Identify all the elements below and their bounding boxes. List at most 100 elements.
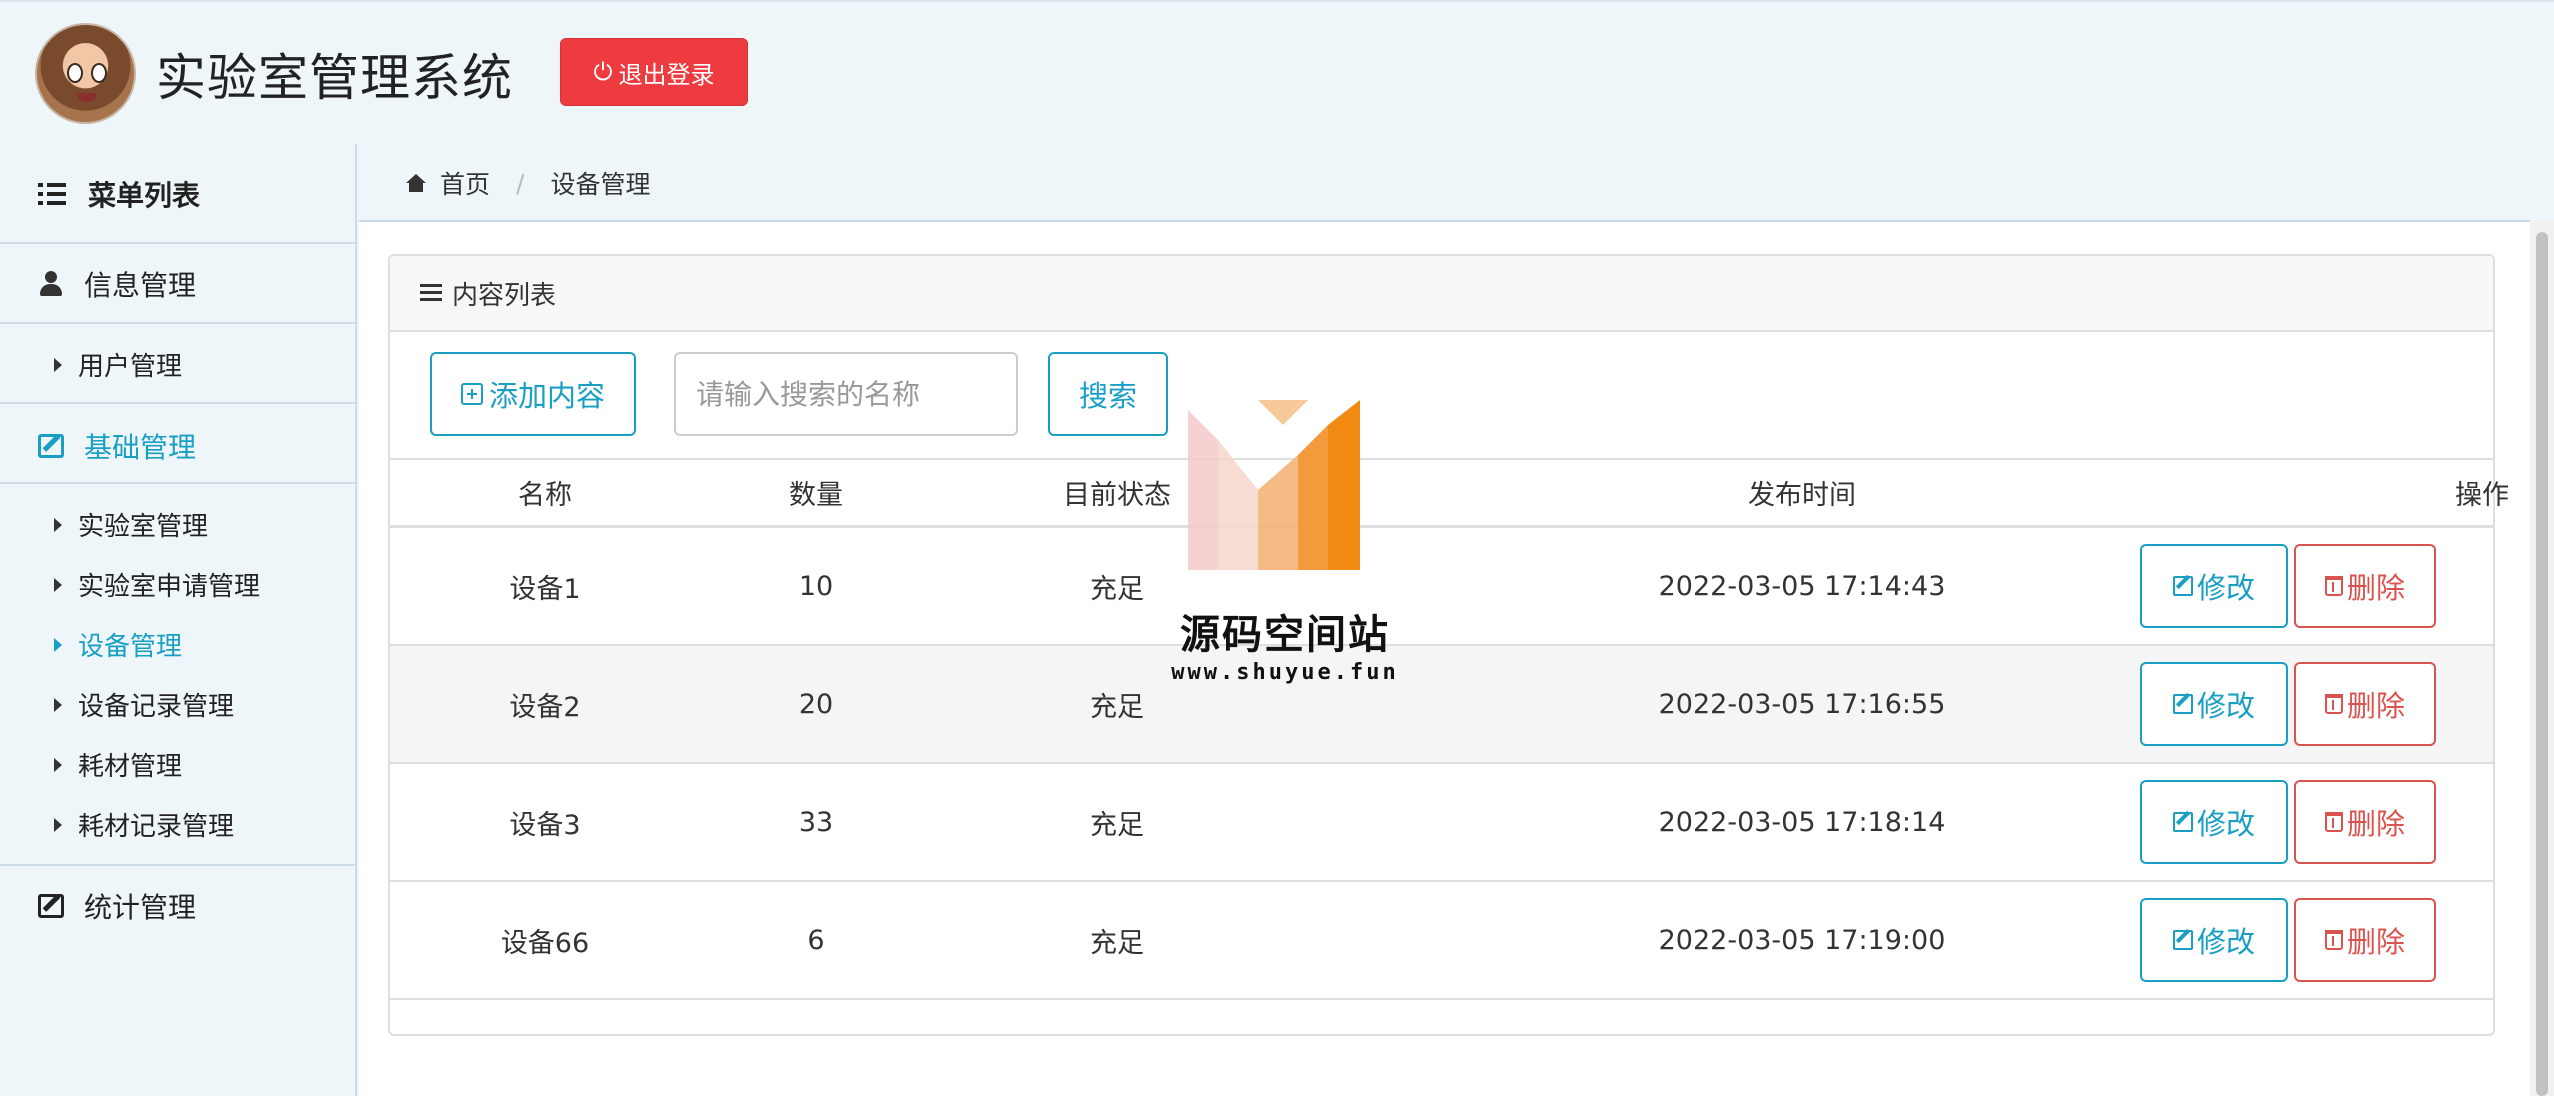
row-actions: 修改 删除 xyxy=(2140,898,2436,982)
sidebar-item-lab[interactable]: 实验室管理 xyxy=(54,506,208,543)
cell-qty: 6 xyxy=(807,924,825,956)
edit-icon xyxy=(2172,930,2193,950)
sidebar-section-info[interactable]: 信息管理 xyxy=(38,264,196,304)
caret-right-icon xyxy=(54,757,62,772)
watermark: 源码空间站 www.shuyue.fun xyxy=(1160,400,1400,700)
trash-icon xyxy=(2324,694,2343,714)
row-actions: 修改 删除 xyxy=(2140,780,2436,864)
cell-qty: 10 xyxy=(798,570,834,602)
panel-title: 内容列表 xyxy=(452,280,557,311)
watermark-title: 源码空间站 xyxy=(1180,612,1390,658)
table-row: 设备2 20 充足 2022-03-05 17:16:55 修改 删除 xyxy=(390,646,2493,764)
caret-right-icon xyxy=(54,357,62,372)
breadcrumb-home[interactable]: 首页 xyxy=(440,165,490,201)
cell-status: 充足 xyxy=(1090,927,1144,959)
user-icon xyxy=(38,271,64,297)
table-row: 设备3 33 充足 2022-03-05 17:18:14 修改 删除 xyxy=(390,764,2493,882)
delete-label: 删除 xyxy=(2346,571,2405,605)
sidebar: 菜单列表 信息管理 用户管理 基础管理 实验室管理 实验室申请管理 设备管理 设… xyxy=(0,144,357,1096)
sidebar-item-label: 设备管理 xyxy=(78,632,183,662)
row-actions: 修改 删除 xyxy=(2140,544,2436,628)
app-header: 实验室管理系统 ⏻ 退出登录 xyxy=(0,0,2554,144)
search-label: 搜索 xyxy=(1078,379,1137,413)
list-icon xyxy=(38,183,66,205)
edit-label: 修改 xyxy=(2196,925,2255,959)
caret-right-icon xyxy=(54,697,62,712)
logout-label: 退出登录 xyxy=(618,60,715,89)
edit-icon xyxy=(2172,812,2193,832)
cell-name: 设备3 xyxy=(509,809,581,841)
column-header-name: 名称 xyxy=(518,480,572,511)
delete-button[interactable]: 删除 xyxy=(2294,898,2436,982)
breadcrumb-current: 设备管理 xyxy=(550,170,651,199)
sidebar-item-equipment[interactable]: 设备管理 xyxy=(54,626,182,663)
panel-heading: 内容列表 xyxy=(390,256,2493,332)
edit-button[interactable]: 修改 xyxy=(2140,780,2288,864)
edit-icon xyxy=(2172,576,2193,596)
edit-button[interactable]: 修改 xyxy=(2140,662,2288,746)
delete-label: 删除 xyxy=(2346,807,2405,841)
delete-label: 删除 xyxy=(2346,925,2405,959)
edit-label: 修改 xyxy=(2196,689,2255,723)
trash-icon xyxy=(2324,576,2343,596)
home-icon xyxy=(406,174,426,192)
table-row: 设备66 6 充足 2022-03-05 17:19:00 修改 删除 xyxy=(390,882,2493,1000)
edit-icon xyxy=(38,894,64,918)
cell-qty: 33 xyxy=(798,806,834,838)
sidebar-item-consumables[interactable]: 耗材管理 xyxy=(54,746,182,783)
row-actions: 修改 删除 xyxy=(2140,662,2436,746)
sidebar-section-basic[interactable]: 基础管理 xyxy=(38,426,196,466)
column-header-time: 发布时间 xyxy=(1748,480,1856,511)
sidebar-item-label: 实验室申请管理 xyxy=(78,572,261,602)
scrollbar[interactable] xyxy=(2530,220,2554,1096)
edit-icon xyxy=(2172,694,2193,714)
sidebar-item-label: 耗材管理 xyxy=(78,752,183,782)
table-header: 名称 数量 目前状态 发布时间 操作 xyxy=(390,458,2509,528)
edit-icon xyxy=(38,434,64,458)
sidebar-item-label: 设备记录管理 xyxy=(78,692,235,722)
sidebar-item-consumables-record[interactable]: 耗材记录管理 xyxy=(54,806,234,843)
logout-button[interactable]: ⏻ 退出登录 xyxy=(560,38,748,106)
caret-right-icon xyxy=(54,637,62,652)
edit-button[interactable]: 修改 xyxy=(2140,898,2288,982)
edit-label: 修改 xyxy=(2196,571,2255,605)
sidebar-section-label: 基础管理 xyxy=(84,431,197,464)
sidebar-item-label: 用户管理 xyxy=(78,352,183,382)
sidebar-section-stats[interactable]: 统计管理 xyxy=(38,886,196,926)
sidebar-item-label: 耗材记录管理 xyxy=(78,812,235,842)
sidebar-item-equipment-record[interactable]: 设备记录管理 xyxy=(54,686,234,723)
watermark-logo-icon xyxy=(1188,400,1360,570)
sidebar-item-lab-apply[interactable]: 实验室申请管理 xyxy=(54,566,260,603)
delete-button[interactable]: 删除 xyxy=(2294,544,2436,628)
app-title: 实验室管理系统 xyxy=(156,49,513,107)
delete-button[interactable]: 删除 xyxy=(2294,662,2436,746)
sidebar-item-label: 实验室管理 xyxy=(78,512,209,542)
avatar xyxy=(35,23,136,124)
cell-name: 设备66 xyxy=(500,927,590,959)
sidebar-section-label: 统计管理 xyxy=(84,891,197,924)
table-row: 设备1 10 充足 2022-03-05 17:14:43 修改 删除 xyxy=(390,528,2493,646)
plus-square-icon xyxy=(460,383,483,405)
add-content-button[interactable]: 添加内容 xyxy=(430,352,636,436)
menu-title: 菜单列表 xyxy=(38,174,200,214)
power-icon: ⏻ xyxy=(593,58,613,86)
search-button[interactable]: 搜索 xyxy=(1048,352,1168,436)
delete-label: 删除 xyxy=(2346,689,2405,723)
cell-status: 充足 xyxy=(1090,809,1144,841)
bars-icon xyxy=(420,284,442,302)
sidebar-item-user[interactable]: 用户管理 xyxy=(54,346,182,383)
trash-icon xyxy=(2324,812,2343,832)
edit-button[interactable]: 修改 xyxy=(2140,544,2288,628)
breadcrumb-separator: / xyxy=(516,168,525,198)
cell-qty: 20 xyxy=(798,688,834,720)
add-content-label: 添加内容 xyxy=(488,379,605,413)
delete-button[interactable]: 删除 xyxy=(2294,780,2436,864)
menu-title-label: 菜单列表 xyxy=(88,179,201,212)
column-header-qty: 数量 xyxy=(789,480,843,511)
edit-label: 修改 xyxy=(2196,807,2255,841)
search-input[interactable] xyxy=(674,352,1018,436)
caret-right-icon xyxy=(54,517,62,532)
watermark-url: www.shuyue.fun xyxy=(1171,660,1399,685)
caret-right-icon xyxy=(54,817,62,832)
sidebar-section-label: 信息管理 xyxy=(84,269,197,302)
